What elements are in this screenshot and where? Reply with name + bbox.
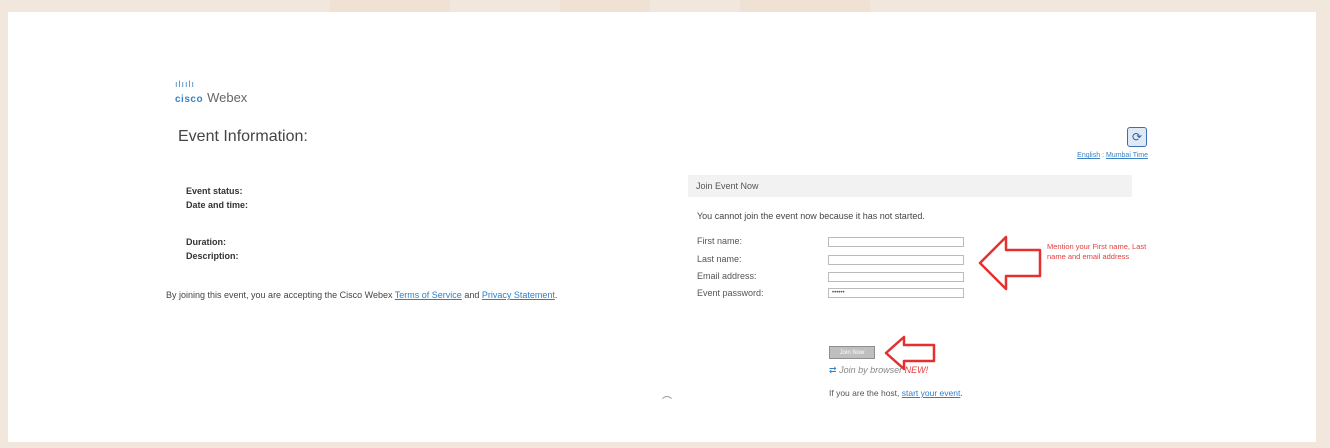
terms-text: By joining this event, you are accepting… — [166, 290, 606, 301]
annotation-arrow-icon — [978, 235, 1042, 291]
host-prefix: If you are the host, — [829, 388, 902, 398]
join-now-button[interactable]: Join Now — [829, 346, 875, 359]
host-suffix: . — [960, 388, 963, 398]
description-label: Description: — [186, 251, 239, 261]
background-stripe — [740, 0, 870, 12]
privacy-statement-link[interactable]: Privacy Statement — [482, 290, 555, 300]
background-stripe — [330, 0, 450, 12]
date-time-label: Date and time: — [186, 200, 249, 210]
browser-icon: ⇄ — [829, 365, 837, 375]
terms-middle: and — [461, 290, 482, 300]
logo-cisco-text: cisco — [175, 94, 204, 105]
annotation-text: Mention your First name, Last name and e… — [1047, 242, 1147, 261]
cisco-webex-logo: ılıılı cisco Webex — [175, 80, 247, 107]
host-text: If you are the host, start your event. — [829, 388, 963, 398]
start-your-event-link[interactable]: start your event — [902, 388, 961, 398]
join-by-browser[interactable]: ⇄ Join by browser NEW! — [829, 365, 928, 376]
logo-webex-text: Webex — [207, 90, 248, 105]
cursor-icon: ⌒ — [662, 397, 672, 408]
email-label: Email address: — [697, 271, 757, 281]
duration-label: Duration: — [186, 237, 226, 247]
first-name-label: First name: — [697, 236, 743, 246]
timezone-link[interactable]: Mumbai Time — [1106, 152, 1148, 159]
language-link[interactable]: English — [1077, 152, 1100, 159]
refresh-icon[interactable]: ⟳ — [1127, 127, 1147, 147]
terms-of-service-link[interactable]: Terms of Service — [395, 290, 462, 300]
join-event-header: Join Event Now — [688, 175, 1132, 197]
not-started-notice: You cannot join the event now because it… — [697, 211, 925, 221]
last-name-label: Last name: — [697, 254, 742, 264]
background-stripe — [560, 0, 650, 12]
webex-page — [8, 12, 1316, 442]
new-badge: NEW! — [904, 365, 929, 375]
cisco-bars-icon: ılıılı — [175, 79, 196, 89]
join-by-browser-link[interactable]: Join by browser — [839, 365, 902, 375]
terms-suffix: . — [554, 290, 558, 300]
email-input[interactable] — [828, 272, 964, 282]
page-title: Event Information: — [178, 128, 308, 145]
first-name-input[interactable] — [828, 237, 964, 247]
password-label: Event password: — [697, 288, 764, 298]
last-name-input[interactable] — [828, 255, 964, 265]
locale-links: English : Mumbai Time — [1077, 152, 1148, 159]
terms-prefix: By joining this event, you are accepting… — [166, 290, 395, 300]
password-input[interactable]: •••••• — [828, 288, 964, 298]
event-status-label: Event status: — [186, 186, 243, 196]
